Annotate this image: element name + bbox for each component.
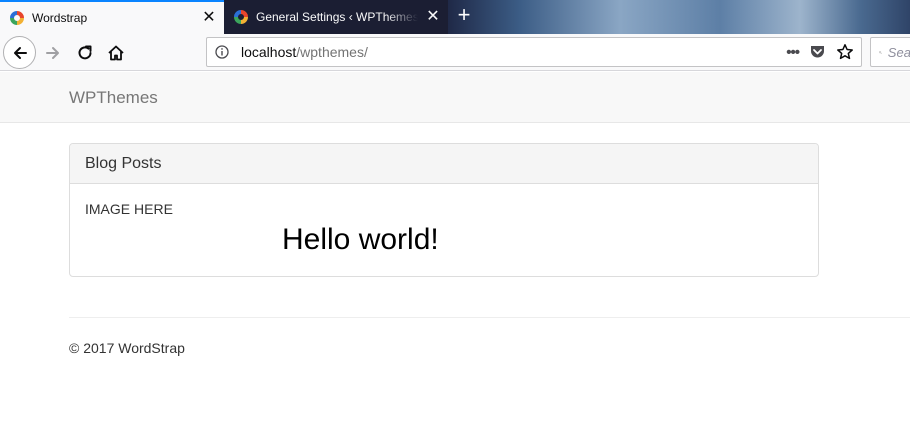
pocket-icon[interactable] (809, 44, 826, 60)
close-icon[interactable]: ✕ (194, 10, 224, 26)
tab-title: Wordstrap (32, 11, 88, 25)
url-path: /wpthemes/ (296, 44, 368, 60)
reload-icon (78, 45, 92, 59)
tab-strip: Wordstrap ✕ General Settings ‹ WPThemes … (0, 0, 910, 34)
page-actions-icon[interactable]: ••• (786, 44, 800, 61)
site-info-button[interactable] (207, 45, 237, 59)
bookmark-star-icon[interactable] (836, 43, 854, 61)
tab-general-settings[interactable]: General Settings ‹ WPThemes — WordPress … (224, 0, 448, 34)
url-actions: ••• (786, 43, 861, 61)
post-image-placeholder: IMAGE HERE (85, 201, 173, 217)
reload-button[interactable] (72, 36, 98, 69)
back-arrow-icon (13, 46, 27, 59)
blog-posts-panel: Blog Posts IMAGE HERE Hello world! (69, 143, 819, 277)
wordpress-favicon (234, 10, 248, 24)
footer-divider (69, 317, 910, 318)
address-bar[interactable]: localhost/wpthemes/ ••• (206, 37, 862, 67)
url-host: localhost (241, 44, 297, 60)
back-button[interactable] (3, 36, 36, 69)
forward-arrow-icon (46, 46, 59, 59)
search-bar[interactable]: Search (870, 37, 910, 67)
footer-copyright: © 2017 WordStrap (69, 340, 185, 356)
browser-toolbar: localhost/wpthemes/ ••• Search (0, 34, 910, 71)
close-icon[interactable]: ✕ (418, 9, 448, 25)
tab-wordstrap[interactable]: Wordstrap ✕ (0, 0, 224, 34)
url-text[interactable]: localhost/wpthemes/ (237, 44, 786, 60)
forward-button[interactable] (40, 36, 66, 69)
site-navbar: WPThemes (0, 72, 910, 123)
search-placeholder: Search (887, 44, 910, 60)
post-title[interactable]: Hello world! (282, 222, 439, 258)
panel-heading: Blog Posts (70, 144, 818, 184)
search-icon (879, 50, 882, 54)
wordpress-favicon (10, 11, 24, 25)
info-icon (215, 45, 229, 59)
tab-title: General Settings ‹ WPThemes — WordPress (256, 10, 418, 24)
home-icon (108, 45, 124, 60)
home-button[interactable] (103, 36, 129, 69)
new-tab-button[interactable]: + (452, 4, 476, 28)
site-brand-link[interactable]: WPThemes (69, 88, 158, 108)
